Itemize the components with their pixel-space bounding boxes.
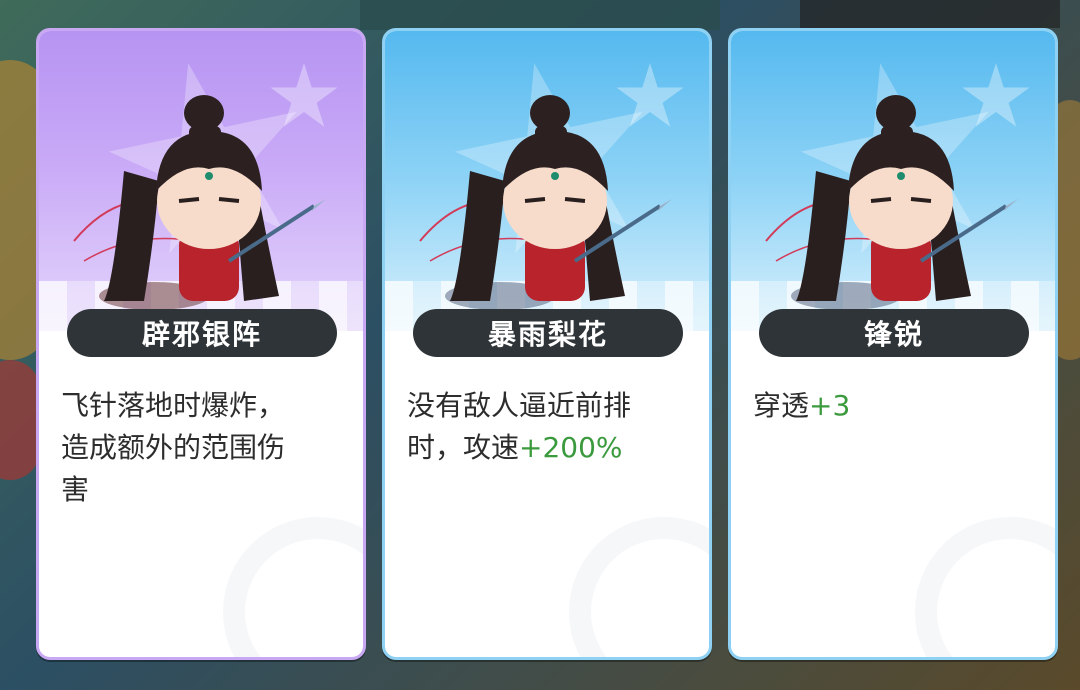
hero-portrait-icon bbox=[765, 95, 1018, 310]
description-text: 时，攻速 bbox=[407, 431, 520, 464]
skill-card-3[interactable]: 锋锐 穿透+3 bbox=[728, 28, 1058, 660]
hero-portrait-icon bbox=[419, 95, 672, 310]
background-decoration bbox=[0, 360, 40, 480]
emblem-watermark bbox=[569, 517, 709, 657]
skill-title: 辟邪银阵 bbox=[67, 309, 337, 357]
card-header-art bbox=[385, 31, 709, 341]
description-text: 穿透 bbox=[753, 389, 810, 422]
skill-title: 暴雨梨花 bbox=[413, 309, 683, 357]
description-line: 害 bbox=[61, 473, 90, 506]
bonus-value: +3 bbox=[809, 389, 851, 422]
description-line: 没有敌人逼近前排 bbox=[407, 389, 632, 422]
skill-description: 没有敌人逼近前排 时，攻速+200% bbox=[407, 385, 697, 469]
skill-card-2[interactable]: 暴雨梨花 没有敌人逼近前排 时，攻速+200% bbox=[382, 28, 712, 660]
skill-title: 锋锐 bbox=[759, 309, 1029, 357]
hero-portrait-icon bbox=[73, 95, 326, 310]
skill-description: 穿透+3 bbox=[753, 385, 1043, 427]
description-line: 时，攻速+200% bbox=[407, 427, 697, 469]
bonus-value: +200% bbox=[519, 431, 623, 464]
background-decoration bbox=[360, 0, 720, 30]
description-line: 造成额外的范围伤 bbox=[61, 431, 286, 464]
skill-description: 飞针落地时爆炸， 造成额外的范围伤 害 bbox=[61, 385, 351, 511]
description-line: 飞针落地时爆炸， bbox=[61, 389, 286, 422]
emblem-watermark bbox=[915, 517, 1055, 657]
skill-card-1[interactable]: 辟邪银阵 飞针落地时爆炸， 造成额外的范围伤 害 bbox=[36, 28, 366, 660]
description-line: 穿透+3 bbox=[753, 385, 1043, 427]
card-header-art bbox=[731, 31, 1055, 341]
emblem-watermark bbox=[223, 517, 363, 657]
card-header-art bbox=[39, 31, 363, 341]
background-decoration bbox=[800, 0, 1060, 28]
